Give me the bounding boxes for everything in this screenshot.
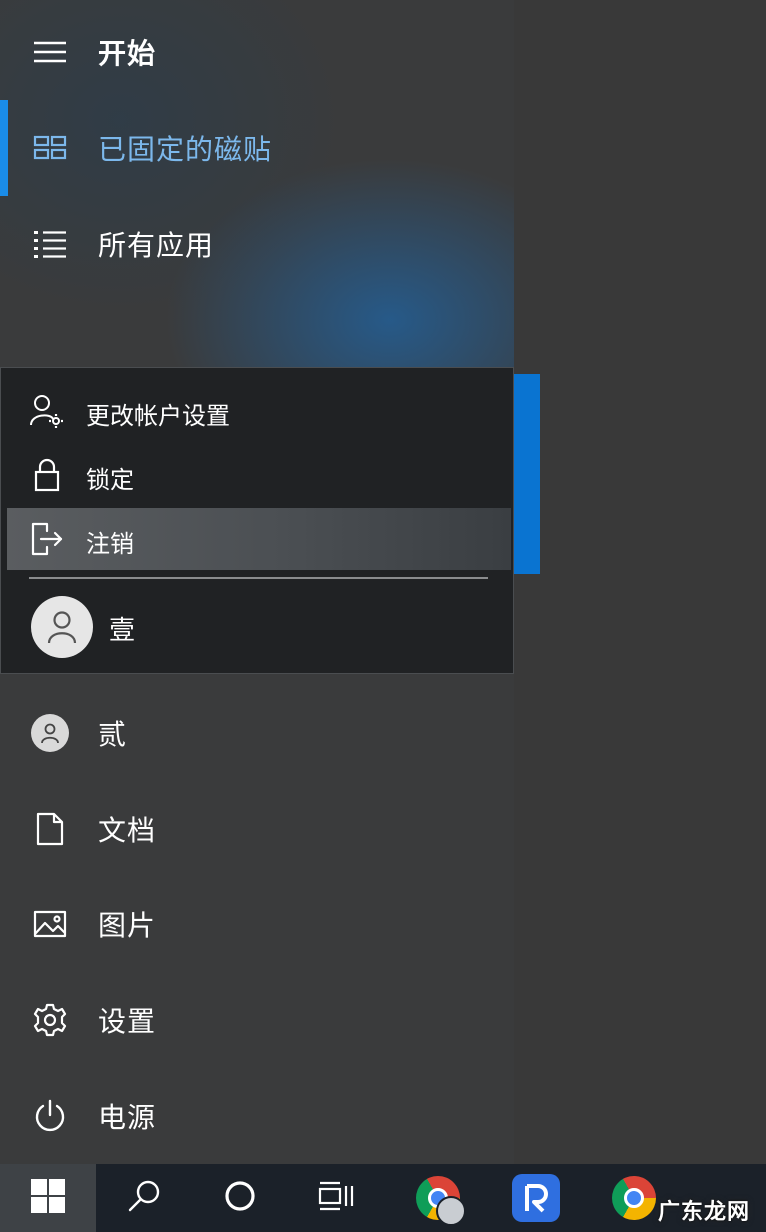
gear-icon — [30, 1000, 70, 1040]
power-item[interactable]: 电源 — [0, 1068, 514, 1164]
taskbar: 广东龙网 — [0, 1164, 766, 1232]
windows-start-icon — [31, 1179, 65, 1217]
power-icon — [30, 1096, 70, 1136]
user-label: 贰 — [98, 718, 128, 751]
list-icon — [30, 224, 70, 264]
documents-label: 文档 — [98, 814, 157, 847]
nav-label: 已固定的磁贴 — [98, 133, 273, 166]
tiles-icon — [30, 128, 70, 168]
avatar-icon — [30, 713, 70, 753]
tiles-area — [514, 0, 766, 1164]
document-icon — [30, 809, 70, 849]
nav-pinned-tiles[interactable]: 已固定的磁贴 — [0, 100, 514, 196]
hamburger-icon[interactable] — [30, 32, 70, 72]
pinned-tile[interactable] — [514, 374, 540, 574]
divider — [29, 577, 488, 579]
lock-item[interactable]: 锁定 — [7, 444, 511, 506]
start-header[interactable]: 开始 — [0, 4, 514, 100]
nav-label: 所有应用 — [98, 229, 215, 262]
power-label: 电源 — [98, 1101, 157, 1134]
lock-icon — [29, 457, 65, 493]
pictures-label: 图片 — [98, 909, 157, 942]
task-view-icon — [318, 1180, 354, 1216]
task-view-button[interactable] — [288, 1164, 384, 1232]
app-r-button[interactable] — [488, 1164, 584, 1232]
documents-item[interactable]: 文档 — [0, 781, 514, 877]
windows-start-button[interactable] — [0, 1164, 96, 1232]
search-icon — [127, 1179, 161, 1217]
menu-label: 注销 — [86, 530, 134, 558]
start-title: 开始 — [98, 37, 157, 70]
nav-all-apps[interactable]: 所有应用 — [0, 196, 514, 292]
current-user-item[interactable]: 壹 — [1, 592, 513, 662]
chrome-button[interactable] — [390, 1164, 486, 1232]
watermark: 广东龙网 — [657, 1200, 750, 1225]
settings-item[interactable]: 设置 — [0, 972, 514, 1068]
chrome-icon — [612, 1176, 656, 1220]
profile-icon — [436, 1196, 466, 1226]
avatar-icon — [31, 596, 93, 658]
account-menu: 更改帐户设置 锁定 注销 壹 — [0, 367, 514, 674]
picture-icon — [30, 904, 70, 944]
search-button[interactable] — [96, 1164, 192, 1232]
cortana-icon — [224, 1180, 256, 1216]
sign-out-item[interactable]: 注销 — [7, 508, 511, 570]
user-item-er[interactable]: 贰 — [0, 685, 514, 781]
menu-label: 锁定 — [86, 466, 134, 494]
change-account-settings-item[interactable]: 更改帐户设置 — [7, 380, 511, 442]
menu-label: 更改帐户设置 — [86, 402, 230, 430]
sign-out-icon — [29, 521, 65, 557]
chrome-icon — [416, 1176, 466, 1226]
settings-label: 设置 — [98, 1005, 157, 1038]
cortana-button[interactable] — [192, 1164, 288, 1232]
user-label: 壹 — [109, 616, 136, 646]
pictures-item[interactable]: 图片 — [0, 876, 514, 972]
user-settings-icon — [29, 393, 65, 429]
app-r-icon — [512, 1174, 560, 1222]
